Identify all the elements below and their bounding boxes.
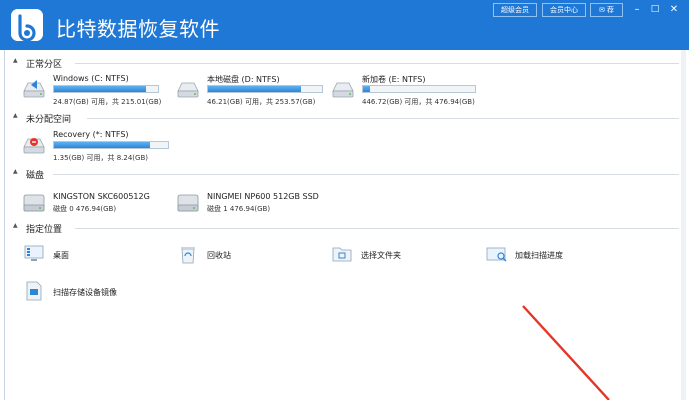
partition-name: Recovery (*: NTFS): [53, 130, 129, 139]
drive-icon: [21, 74, 47, 100]
maximize-button[interactable]: □: [646, 2, 664, 17]
minimize-button[interactable]: –: [628, 2, 646, 17]
usage-bar-fill: [54, 86, 146, 92]
recovery-drive-icon: [21, 130, 47, 156]
drive-icon: [175, 74, 201, 100]
usage-bar: [53, 141, 169, 149]
section-divider: [75, 63, 679, 64]
mail-icon: ✉: [598, 6, 605, 14]
member-center-button[interactable]: 会员中心: [542, 3, 586, 17]
hard-disk-icon: [21, 190, 47, 216]
section-title: 正常分区: [26, 60, 63, 70]
partition-name: 新加卷 (E: NTFS): [362, 75, 426, 84]
section-title: 指定位置: [26, 225, 63, 235]
partition-info: 446.72(GB) 可用，共 476.94(GB): [362, 98, 475, 106]
usage-bar: [362, 85, 476, 93]
section-title: 未分配空间: [26, 115, 72, 125]
disk-info: 磁盘 1 476.94(GB): [207, 205, 271, 213]
section-divider: [87, 118, 679, 119]
partition-info: 46.21(GB) 可用，共 253.57(GB): [207, 98, 316, 106]
collapse-arrow-icon[interactable]: ▲: [13, 168, 18, 175]
close-button[interactable]: ✕: [665, 2, 683, 17]
location-label: 回收站: [207, 251, 231, 260]
partition-info: 1.35(GB) 可用，共 8.24(GB): [53, 154, 148, 162]
recommend-label: 荐: [607, 6, 615, 14]
partition-name: 本地磁盘 (D: NTFS): [207, 75, 280, 84]
location-label: 加载扫描进度: [515, 251, 563, 260]
recycle-bin-icon: [177, 243, 203, 269]
location-label: 桌面: [53, 251, 69, 260]
hard-disk-icon: [175, 190, 201, 216]
location-label: 选择文件夹: [361, 251, 401, 260]
recommend-button[interactable]: ✉ 荐: [590, 3, 623, 17]
collapse-arrow-icon[interactable]: ▲: [13, 57, 18, 64]
folder-icon: [331, 243, 357, 269]
app-title: 比特数据恢复软件: [56, 17, 220, 41]
load-scan-icon: [485, 243, 511, 269]
section-divider: [75, 228, 679, 229]
disk-info: 磁盘 0 476.94(GB): [53, 205, 117, 213]
app-logo-icon: [11, 9, 43, 42]
usage-bar-fill: [208, 86, 301, 92]
collapse-arrow-icon[interactable]: ▲: [13, 112, 18, 119]
usage-bar: [53, 85, 159, 93]
title-bar: 比特数据恢复软件 超级会员 会员中心 ✉ 荐 – □ ✕: [0, 0, 689, 50]
location-label: 扫描存储设备镜像: [53, 288, 117, 297]
super-member-button[interactable]: 超级会员: [493, 3, 537, 17]
disk-name: NINGMEI NP600 512GB SSD: [207, 192, 319, 201]
disk-name: KINGSTON SKC600512G: [53, 192, 150, 201]
usage-bar: [207, 85, 323, 93]
partition-info: 24.87(GB) 可用，共 215.01(GB): [53, 98, 162, 106]
annotation-arrow-icon: [522, 305, 610, 400]
section-divider: [53, 174, 679, 175]
drive-icon: [330, 74, 356, 100]
collapse-arrow-icon[interactable]: ▲: [13, 222, 18, 229]
usage-bar-fill: [54, 142, 150, 148]
partition-name: Windows (C: NTFS): [53, 74, 129, 83]
section-title: 磁盘: [26, 171, 45, 181]
usage-bar-fill: [363, 86, 370, 92]
scrollbar[interactable]: [681, 50, 686, 400]
desktop-icon: [23, 243, 49, 269]
disk-image-icon: [23, 280, 49, 306]
